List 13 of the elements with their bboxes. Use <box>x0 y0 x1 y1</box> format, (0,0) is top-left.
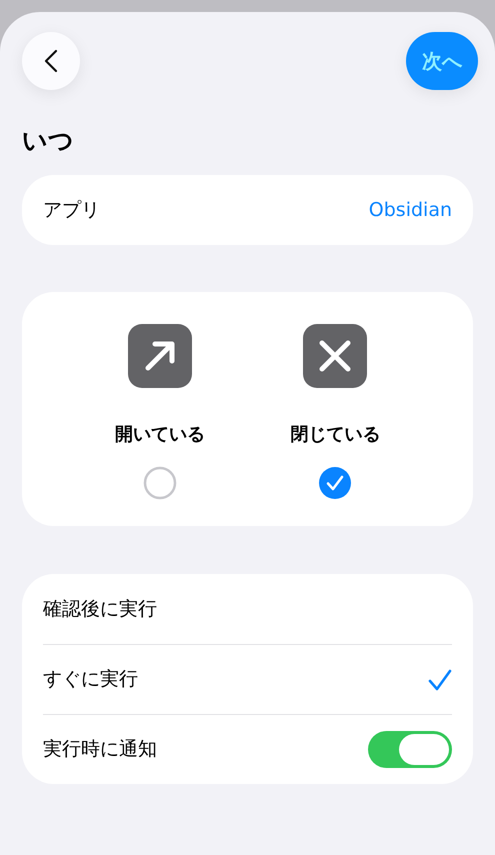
option-label[interactable]: すぐに実行 <box>43 665 138 694</box>
option-label[interactable]: 確認後に実行 <box>43 594 157 624</box>
radio-empty-icon[interactable] <box>142 466 177 500</box>
section-title: いつ <box>22 128 75 153</box>
close-icon <box>303 324 368 388</box>
app-label: アプリ <box>43 198 100 223</box>
chevron-left-icon <box>44 49 58 73</box>
app-value[interactable]: Obsidian <box>368 196 452 224</box>
toggle-switch[interactable] <box>368 731 452 768</box>
state-label: 開いている <box>114 426 205 444</box>
radio-checked-icon[interactable] <box>318 466 352 500</box>
state-label: 閉じている <box>290 426 380 444</box>
option-label[interactable]: 実行時に通知 <box>43 735 157 764</box>
